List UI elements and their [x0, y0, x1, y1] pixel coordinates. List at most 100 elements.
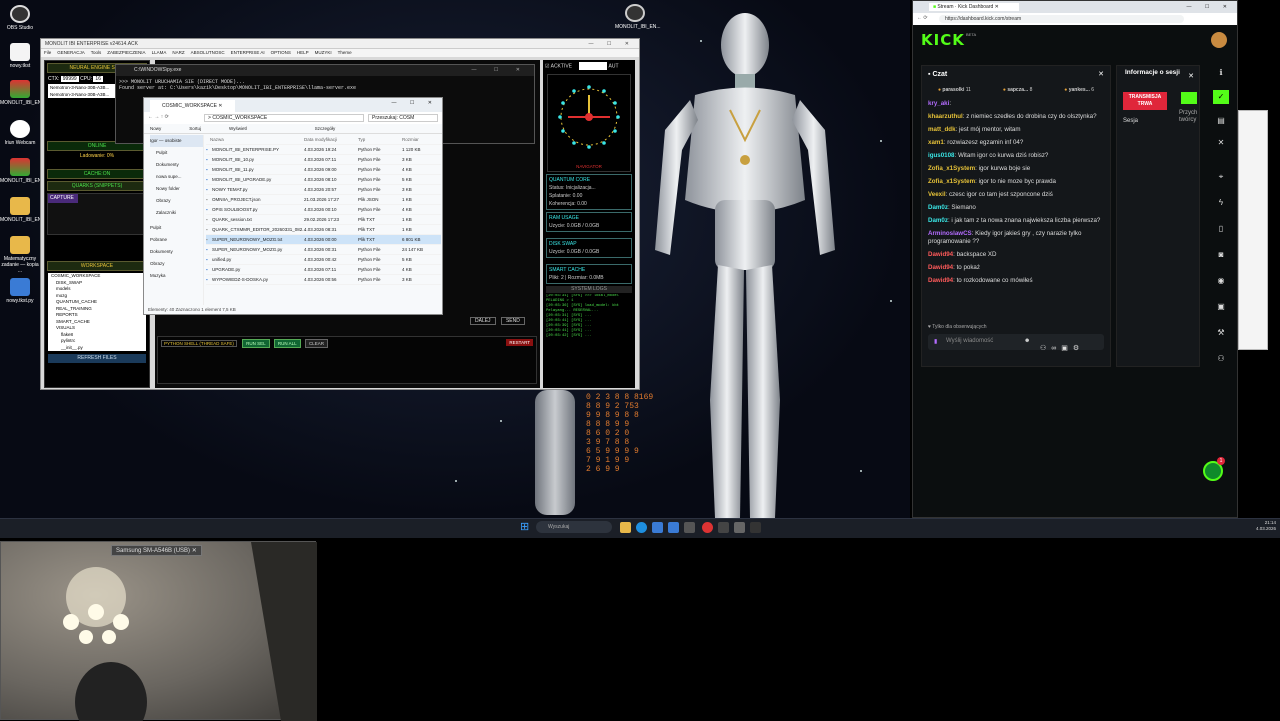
store-taskbar-icon[interactable]: [652, 522, 663, 533]
monolit-titlebar[interactable]: MONOLIT IBI ENTERPRISE v24614.ACK — ☐ ✕: [41, 39, 639, 49]
chat-username[interactable]: Dam0z: [928, 204, 948, 211]
sidebar-item[interactable]: Pobrane: [150, 234, 203, 246]
menu-llama[interactable]: LLAMA: [152, 49, 167, 57]
chat-username[interactable]: Dawid94: [928, 264, 953, 271]
chat-message[interactable]: ArminoslawCS: Kiedy igor jakieś gry , cz…: [928, 230, 1104, 246]
chat-username[interactable]: Zofia_x1System: [928, 165, 975, 172]
desktop-icon-monolit-2[interactable]: MONOLIT_IBI_EN...: [0, 158, 46, 184]
file-row[interactable]: ▪ QUARK_CTXMMR_EDITOR_20260331_082... 4.03…: [206, 225, 441, 235]
menu-zabezpieczenia[interactable]: ZABEZPIECZENIA: [107, 49, 145, 57]
taskbar-search[interactable]: Wyszukaj: [536, 521, 612, 533]
sidebar-item[interactable]: Pulpit: [150, 147, 203, 159]
file-row[interactable]: ▪ MONOLIT_IBI_11.py 4.03.2026 09:00 Python …: [206, 165, 441, 175]
dalej-button[interactable]: DALEJ: [470, 317, 496, 325]
chat-message[interactable]: xam1: rozwiazesz egzamin inf 04?: [928, 139, 1104, 147]
kick-logo[interactable]: KICK: [921, 31, 965, 49]
menu-enterprise-ai[interactable]: ENTERPRISE AI: [231, 49, 265, 57]
layout-icon[interactable]: ▤: [1213, 114, 1229, 128]
menu-file[interactable]: File: [44, 49, 51, 57]
sidebar-item[interactable]: Pulpit: [150, 222, 203, 234]
menu-narz[interactable]: NARZ: [172, 49, 184, 57]
sidebar-item[interactable]: Muzyka: [150, 270, 203, 282]
browser-nav-icon[interactable]: ← ⟳: [917, 15, 928, 21]
nav-arrows-icon[interactable]: ← → ↑ ⟳: [148, 114, 169, 120]
file-row[interactable]: ▪ WYPOWIEDZ-S-DOSKA.py 4.03.2026 00:56 Pyth…: [206, 275, 441, 285]
chat-username[interactable]: kry_aki: [928, 100, 949, 107]
chat-username[interactable]: ArminoslawCS: [928, 230, 972, 237]
explorer-taskbar-icon[interactable]: [620, 522, 631, 533]
file-row[interactable]: ▪ MONOLIT_IBI_10.py 4.03.2026 07:11 Python …: [206, 155, 441, 165]
mic-icon[interactable]: ▮: [934, 338, 937, 345]
toolbar-details[interactable]: Szczegóły: [315, 124, 336, 133]
sidebar-item[interactable]: nowa supe...: [150, 171, 203, 183]
menu-options[interactable]: OPTIONS: [271, 49, 291, 57]
url-bar[interactable]: https://dashboard.kick.com/stream: [939, 15, 1184, 23]
refresh-files-button[interactable]: REFRESH FILES: [48, 354, 146, 363]
sidebar-item[interactable]: Obrazy: [150, 258, 203, 270]
cmd-titlebar[interactable]: C:\WINDOWS\py.exe — ☐ ✕: [116, 65, 534, 76]
chat-username[interactable]: xam1: [928, 139, 944, 146]
app-taskbar-icon-4[interactable]: [750, 522, 761, 533]
sidebar-item[interactable]: Dokumenty: [150, 246, 203, 258]
close-chat-icon[interactable]: ✕: [1098, 66, 1104, 84]
explorer-search[interactable]: Przeszukaj: COSM: [368, 114, 438, 122]
close-session-icon[interactable]: ✕: [1188, 72, 1194, 80]
tree-item[interactable]: __init__.py: [51, 345, 146, 352]
file-row[interactable]: ▪ OMNIIA_PROJECT.json 21.03.2026 17:27 Plik…: [206, 195, 441, 205]
close-icon[interactable]: ✕: [1213, 136, 1229, 150]
menu-tools[interactable]: Tools: [91, 49, 102, 57]
chat-message[interactable]: Zofia_x1System: igor to nie moze byc pra…: [928, 178, 1104, 186]
file-row[interactable]: ▪ NOWY TEMAT.py 4.03.2026 20:57 Python File…: [206, 185, 441, 195]
file-row[interactable]: ▪ OPIS SOULBOOST.py 4.03.2026 00:10 Python …: [206, 205, 441, 215]
file-row[interactable]: ▪ QUARK_session.txt 29.02.2026 17:23 Plik T…: [206, 215, 441, 225]
check-icon[interactable]: ✓: [1213, 90, 1229, 104]
start-button-icon[interactable]: ⊞: [520, 521, 532, 533]
chat-message[interactable]: Zofia_x1System: igor kurwa boje sie: [928, 165, 1104, 173]
file-row[interactable]: ▪ SUPER_NEURONOWY_MOZG.txt 4.03.2026 00:00…: [206, 235, 441, 245]
chat-message[interactable]: Dam0z: Siemano: [928, 204, 1104, 212]
wrench-icon[interactable]: ⚒: [1213, 326, 1229, 340]
camera-icon[interactable]: ▣: [1213, 300, 1229, 314]
desktop-icon-monolit-1[interactable]: MONOLIT_IBI_EN...: [0, 80, 46, 106]
toolbar-new[interactable]: Nowy: [150, 124, 161, 133]
browser-tab[interactable]: ■ Stream · Kick Dashboard ✕: [929, 3, 1019, 11]
chat-message[interactable]: Dawid94: to rozkodowane co mówiłeś: [928, 277, 1104, 285]
app-taskbar-icon-2[interactable]: [684, 522, 695, 533]
desktop-icon-nowy-py[interactable]: nowy.tkst.py: [0, 278, 40, 304]
run-all-button[interactable]: RUN ALL: [273, 339, 301, 348]
send-button[interactable]: SEND: [500, 317, 525, 325]
run-sel-button[interactable]: RUN SEL: [242, 339, 270, 348]
file-row[interactable]: ▪ MONOLIT_IBI_ENTERPRISE.PY 4.03.2026 19:2…: [206, 145, 441, 155]
file-row[interactable]: ▪ MONOLIT_IBI_UPGRADE.py 4.03.2026 08:10 Py…: [206, 175, 441, 185]
desktop-icon-monolit-3[interactable]: MONOLIT_IBI_EN...: [0, 197, 46, 223]
menu-help[interactable]: HELP: [297, 49, 309, 57]
chat-username[interactable]: Dam0z: [928, 217, 948, 224]
toolbar-view[interactable]: Wyświetl: [229, 124, 247, 133]
taskbar-clock[interactable]: 21:14 4.03.2026: [1256, 520, 1276, 532]
chat-tools-icons[interactable]: ⚇∞▣⚙: [1040, 344, 1084, 352]
desktop-icon-iriun[interactable]: Iriun Webcam: [0, 120, 40, 146]
file-row[interactable]: ▪ unified.py 4.03.2026 00:42 Python File 5 K…: [206, 255, 441, 265]
chat-message[interactable]: Dawid94: to pokaż: [928, 264, 1104, 272]
chat-username[interactable]: Zofia_x1System: [928, 178, 975, 185]
restart-button[interactable]: RESTART: [506, 339, 533, 346]
share-icon[interactable]: ⚇: [1213, 352, 1229, 366]
menu-theme[interactable]: Theme: [338, 49, 352, 57]
capture-button[interactable]: CAPTURE: [48, 194, 78, 203]
active-input[interactable]: [579, 62, 608, 70]
chat-message[interactable]: Dam0z: i jak tam z ta nowa znana najwiek…: [928, 217, 1104, 225]
address-input[interactable]: > COSMIC_WORKSPACE: [204, 114, 364, 122]
chat-username[interactable]: khaarzuthul: [928, 113, 963, 120]
menu-absolutnosc[interactable]: ABSOLUTNOSC: [191, 49, 225, 57]
broadcast-icon[interactable]: ◉: [1213, 274, 1229, 288]
bolt-icon[interactable]: ϟ: [1213, 196, 1229, 210]
terminal-taskbar-icon[interactable]: [734, 522, 745, 533]
info-icon[interactable]: ℹ: [1213, 66, 1229, 80]
chat-message[interactable]: kry_aki:: [928, 100, 1104, 108]
sidebar-item[interactable]: Dokumenty: [150, 159, 203, 171]
menu-muzyki[interactable]: MUZYKI: [315, 49, 332, 57]
ctx-input[interactable]: 99999: [60, 76, 79, 82]
chat-username[interactable]: Dawid94: [928, 277, 953, 284]
desktop-icon-obs[interactable]: OBS Studio: [0, 5, 40, 31]
sidebar-item[interactable]: Nowy folder: [150, 183, 203, 195]
